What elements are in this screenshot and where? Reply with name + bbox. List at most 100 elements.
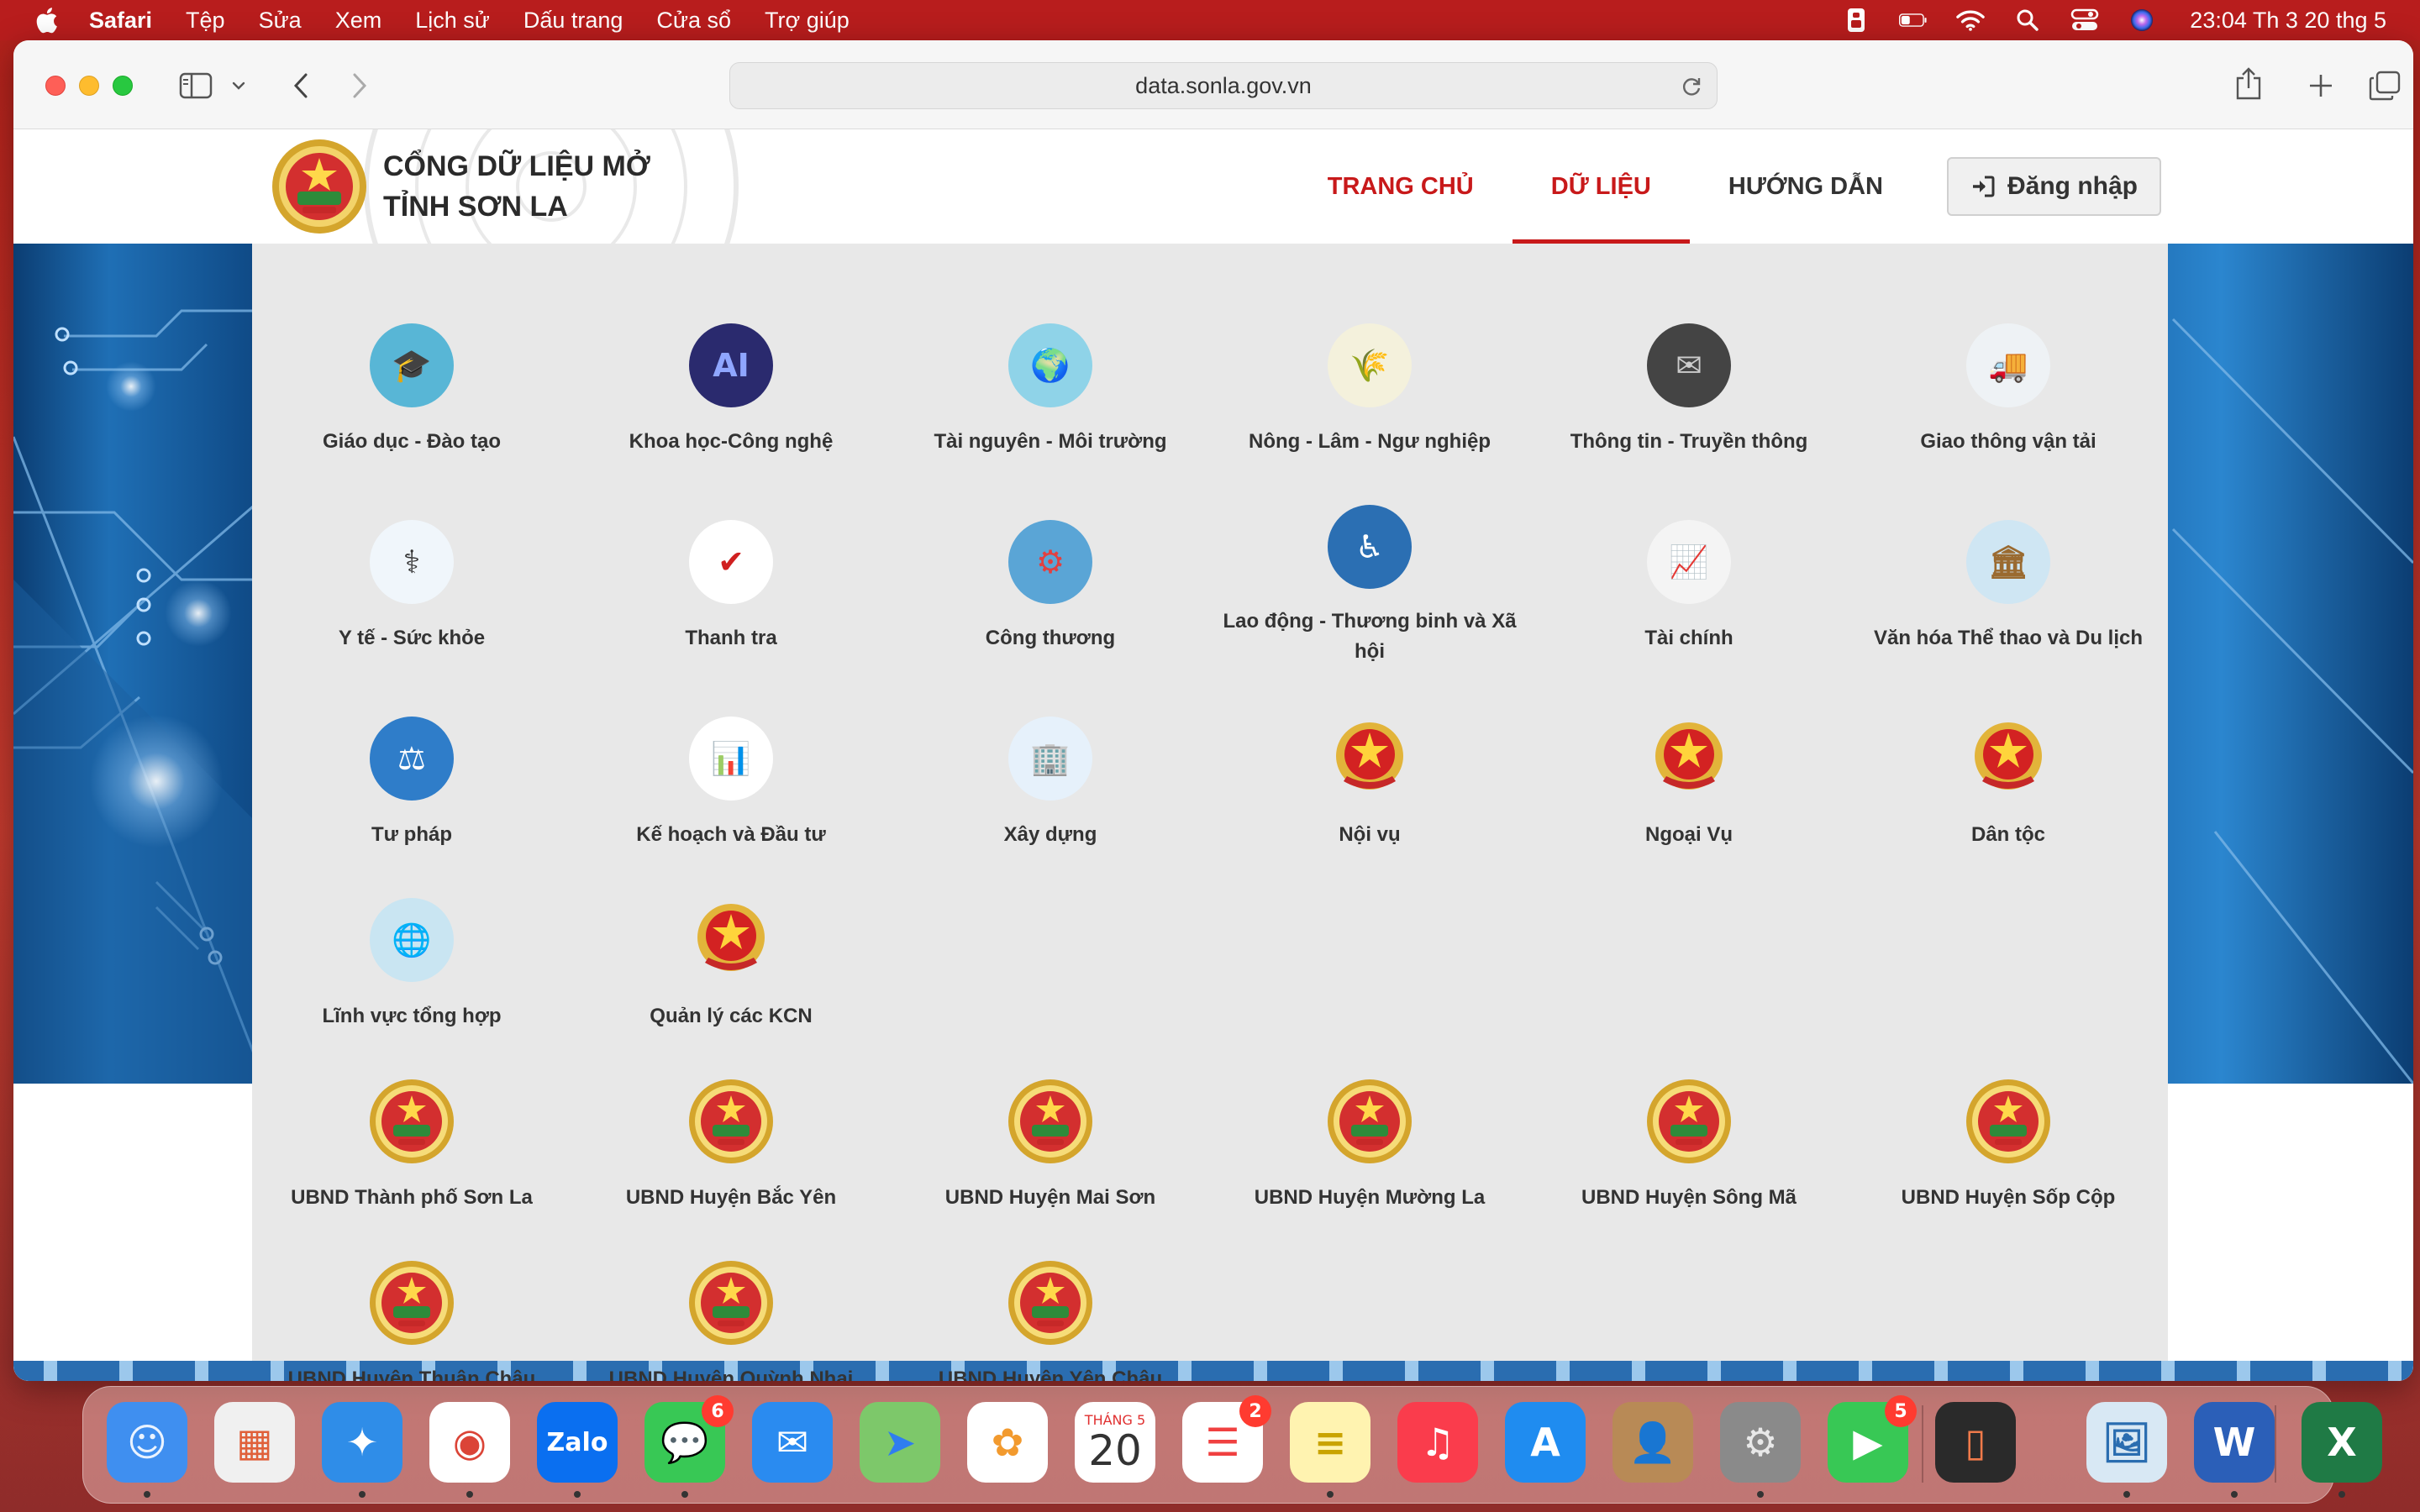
menu-view[interactable]: Xem [335, 8, 382, 34]
control-center-icon[interactable] [2070, 8, 2099, 33]
category-tile[interactable]: Nội vụ [1210, 716, 1529, 850]
nav-data[interactable]: DỮ LIỆU [1512, 129, 1691, 244]
facetime-icon[interactable]: ▶ 5 [1828, 1395, 1917, 1483]
login-button[interactable]: Đăng nhập [1947, 157, 2161, 216]
category-tile[interactable]: Dân tộc [1849, 716, 2168, 850]
forward-icon[interactable] [345, 71, 375, 101]
district-tile[interactable]: UBND Huyện Quỳnh Nhai [571, 1260, 891, 1381]
nav-guide[interactable]: HƯỚNG DẪN [1690, 129, 1922, 244]
menu-window[interactable]: Cửa sổ [656, 8, 731, 34]
category-tile[interactable]: ♿ Lao động - Thương binh và Xã hội [1210, 504, 1529, 667]
nav-home[interactable]: TRANG CHỦ [1289, 129, 1512, 244]
music-icon[interactable]: ♫ [1397, 1402, 1478, 1483]
district-tile[interactable]: UBND Huyện Sông Mã [1529, 1079, 1849, 1213]
back-icon[interactable] [286, 71, 316, 101]
svg-text:📊: 📊 [711, 740, 750, 777]
category-tile[interactable]: 🌾 Nông - Lâm - Ngư nghiệp [1210, 323, 1529, 457]
app-store-icon[interactable]: A [1505, 1402, 1586, 1483]
safari-icon[interactable]: ✦ [322, 1402, 402, 1498]
mail-icon[interactable]: ✉ [752, 1402, 833, 1483]
menu-bookmarks[interactable]: Dấu trang [523, 8, 623, 34]
sidebar-toggle-icon[interactable] [178, 71, 213, 101]
category-tile[interactable]: 🌐 Lĩnh vực tổng hợp [252, 897, 571, 1032]
data-categories-dropdown: 🎓 Giáo dục - Đào tạo AI Khoa học-Công nghệ 🌍… [252, 244, 2168, 1381]
preview-icon[interactable]: 🖼 [2086, 1402, 2167, 1498]
menu-bar: Safari Tệp Sửa Xem Lịch sử Dấu trang Cửa… [0, 0, 2420, 40]
siri-icon[interactable] [2128, 8, 2156, 33]
share-icon[interactable] [2232, 66, 2265, 102]
address-bar[interactable]: data.sonla.gov.vn [729, 62, 1718, 109]
category-tile[interactable]: 🏢 Xây dựng [891, 716, 1210, 850]
category-tile[interactable]: AI Khoa học-Công nghệ [571, 323, 891, 457]
running-indicator [574, 1491, 581, 1498]
category-tile[interactable]: ✔ Thanh tra [571, 519, 891, 654]
category-tile[interactable]: ✉ Thông tin - Truyền thông [1529, 323, 1849, 457]
chrome-icon[interactable]: ◉ [429, 1402, 510, 1498]
district-label: UBND Huyện Sông Mã [1581, 1186, 1797, 1209]
browser-toolbar: data.sonla.gov.vn [13, 40, 2413, 129]
reminders-icon[interactable]: ☰ 2 [1182, 1395, 1271, 1483]
excel-icon[interactable]: X [2302, 1402, 2382, 1498]
contacts-icon[interactable]: 👤 [1612, 1402, 1693, 1483]
zoom-window-button[interactable] [113, 76, 133, 96]
running-indicator [1327, 1491, 1334, 1498]
new-tab-icon[interactable] [2304, 69, 2338, 102]
district-tile[interactable]: UBND Huyện Mường La [1210, 1079, 1529, 1213]
iphone-mirroring-icon[interactable]: ▯ [1935, 1402, 2016, 1483]
finder-icon[interactable]: ☺ [107, 1402, 187, 1498]
finance-chart-icon: 📈 [1646, 519, 1732, 605]
zalo-icon[interactable]: Zalo [537, 1402, 618, 1498]
photos-icon[interactable]: ✿ [967, 1402, 1048, 1483]
notes-icon[interactable]: ≡ [1290, 1402, 1370, 1498]
chevron-down-icon[interactable] [230, 77, 247, 94]
menu-help[interactable]: Trợ giúp [765, 8, 850, 34]
spotlight-search-icon[interactable] [2013, 8, 2042, 33]
category-tile[interactable]: ⚖ Tư pháp [252, 716, 571, 850]
url-text[interactable]: data.sonla.gov.vn [1135, 73, 1312, 99]
launchpad-glyph: ▦ [236, 1420, 273, 1465]
category-label: Văn hóa Thể thao và Du lịch [1873, 627, 2144, 649]
category-tile[interactable]: Ngoại Vụ [1529, 716, 1849, 850]
category-tile[interactable]: 🏛 Văn hóa Thể thao và Du lịch [1849, 519, 2168, 654]
district-tile[interactable]: UBND Huyện Yên Châu [891, 1260, 1210, 1381]
category-tile[interactable]: 📈 Tài chính [1529, 519, 1849, 654]
district-label: UBND Huyện Mai Sơn [944, 1186, 1156, 1209]
battery-icon[interactable] [1899, 8, 1928, 33]
category-tile[interactable]: ⚙ Công thương [891, 519, 1210, 654]
menu-clock[interactable]: 23:04 Th 3 20 thg 5 [2190, 8, 2386, 34]
menu-file[interactable]: Tệp [186, 8, 225, 34]
reload-icon[interactable] [1680, 75, 1703, 98]
district-tile[interactable]: UBND Thành phố Sơn La [252, 1079, 571, 1213]
district-tile[interactable]: UBND Huyện Thuận Châu [252, 1260, 571, 1381]
minimize-window-button[interactable] [79, 76, 99, 96]
category-tile[interactable]: ⚕ Y tế - Sức khỏe [252, 519, 571, 654]
word-icon[interactable]: W [2194, 1402, 2275, 1498]
district-tile[interactable]: UBND Huyện Bắc Yên [571, 1079, 891, 1213]
site-logo[interactable]: CỔNG DỮ LIỆU MỞ TỈNH SƠN LA [271, 136, 650, 237]
light-glow [165, 580, 232, 647]
system-settings-icon[interactable]: ⚙ [1720, 1402, 1801, 1498]
launchpad-icon[interactable]: ▦ [214, 1402, 295, 1483]
tab-overview-icon[interactable] [2368, 69, 2402, 102]
close-window-button[interactable] [45, 76, 66, 96]
category-tile[interactable]: 🌍 Tài nguyên - Môi trường [891, 323, 1210, 457]
category-label: Công thương [985, 627, 1116, 649]
category-tile[interactable]: 🎓 Giáo dục - Đào tạo [252, 323, 571, 457]
apple-menu-icon[interactable] [34, 7, 59, 34]
excel-glyph: X [2327, 1420, 2357, 1465]
menu-edit[interactable]: Sửa [259, 8, 302, 34]
messages-icon[interactable]: 💬 6 [644, 1395, 734, 1498]
menu-app-name[interactable]: Safari [89, 8, 152, 34]
calendar-icon[interactable]: THÁNG 5 20 [1075, 1402, 1155, 1483]
education-icon: 🎓 [369, 323, 455, 408]
district-tile[interactable]: UBND Huyện Sốp Cộp [1849, 1079, 2168, 1213]
category-tile[interactable]: 🚚 Giao thông vận tải [1849, 323, 2168, 457]
svg-text:🏢: 🏢 [1030, 740, 1070, 777]
category-tile[interactable]: 📊 Kế hoạch và Đầu tư [571, 716, 891, 850]
category-tile[interactable]: Quản lý các KCN [571, 897, 891, 1032]
maps-icon[interactable]: ➤ [860, 1402, 940, 1483]
wifi-icon[interactable] [1956, 8, 1986, 33]
menu-history[interactable]: Lịch sử [415, 8, 490, 34]
finder-tag-icon[interactable] [1842, 8, 1870, 33]
district-tile[interactable]: UBND Huyện Mai Sơn [891, 1079, 1210, 1213]
